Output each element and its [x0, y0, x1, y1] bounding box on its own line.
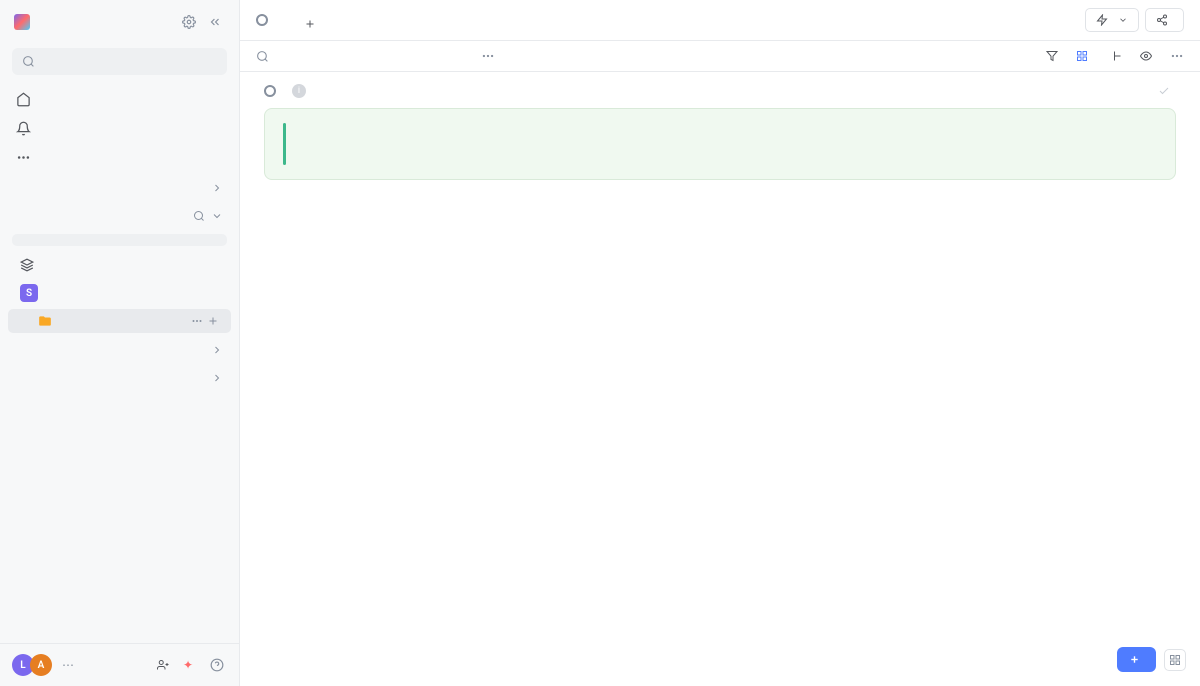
- dots-icon[interactable]: [191, 315, 203, 327]
- plus-icon[interactable]: [207, 315, 219, 327]
- sparkle-icon: ✦: [183, 658, 193, 672]
- home-icon: [16, 92, 31, 107]
- status-circle-icon: [256, 14, 268, 26]
- nav-home[interactable]: [0, 85, 239, 114]
- apps-grid-icon[interactable]: [1164, 649, 1186, 671]
- app-logo[interactable]: [14, 14, 173, 30]
- help-icon[interactable]: [207, 655, 227, 675]
- search-icon: [256, 50, 269, 63]
- plus-icon: [304, 18, 316, 30]
- nav-show-more[interactable]: [0, 143, 239, 172]
- sidebar: S L A ⋯ ✦: [0, 0, 240, 686]
- eye-icon: [1140, 50, 1152, 62]
- plus-icon: [1129, 654, 1140, 665]
- user-plus-icon: [157, 659, 169, 671]
- subtasks-button[interactable]: [1110, 50, 1126, 62]
- chevron-down-icon: [1118, 15, 1128, 25]
- bolt-icon: [1096, 14, 1108, 26]
- search-small-icon[interactable]: [193, 210, 205, 222]
- sidebar-header: [0, 0, 239, 44]
- task-search-input[interactable]: [275, 49, 475, 63]
- collapse-sidebar-icon[interactable]: [205, 12, 225, 32]
- search-input[interactable]: [41, 54, 217, 69]
- logo-mark-icon: [14, 14, 30, 30]
- group-icon: [1076, 50, 1088, 62]
- tree-folder[interactable]: [8, 309, 231, 333]
- section-dashboards[interactable]: [0, 334, 239, 362]
- settings-icon[interactable]: [179, 12, 199, 32]
- toolbar: [240, 41, 1200, 72]
- more-icon[interactable]: [1170, 49, 1184, 63]
- description-callout: [264, 108, 1176, 180]
- new-space-button[interactable]: [12, 234, 227, 246]
- breadcrumb: [256, 14, 274, 26]
- section-favorites[interactable]: [0, 172, 239, 200]
- chevron-right-icon: [211, 182, 223, 194]
- chevron-down-icon[interactable]: [211, 210, 223, 222]
- info-icon[interactable]: i: [292, 84, 306, 98]
- group-by-button[interactable]: [1076, 50, 1096, 62]
- section-docs[interactable]: [0, 362, 239, 390]
- status-circle-icon: [264, 85, 276, 97]
- upgrade-button[interactable]: ✦: [183, 658, 197, 672]
- search-icon: [22, 55, 35, 68]
- nav-notifications[interactable]: [0, 114, 239, 143]
- filter-button[interactable]: [1046, 50, 1062, 62]
- topbar: [240, 0, 1200, 41]
- filter-icon: [1046, 50, 1058, 62]
- folder-icon: [38, 314, 52, 328]
- chevron-right-icon: [211, 372, 223, 384]
- content-area: i: [240, 72, 1200, 686]
- tree-space[interactable]: S: [8, 279, 231, 307]
- sidebar-search[interactable]: [12, 48, 227, 75]
- page-header: i: [264, 84, 1176, 98]
- show-button[interactable]: [1140, 50, 1156, 62]
- task-search[interactable]: [256, 49, 1032, 63]
- share-button[interactable]: [1145, 8, 1184, 32]
- chevron-right-icon: [211, 344, 223, 356]
- subtask-icon: [1110, 50, 1122, 62]
- invite-button[interactable]: [157, 659, 173, 671]
- share-icon: [1156, 14, 1168, 26]
- check-icon: [1158, 85, 1170, 97]
- section-spaces[interactable]: [0, 200, 239, 228]
- floating-actions: [1117, 647, 1186, 672]
- more-icon: [16, 150, 31, 165]
- callout-accent-bar: [283, 123, 286, 165]
- space-badge-icon: S: [20, 284, 38, 302]
- main: i: [240, 0, 1200, 686]
- automate-button[interactable]: [1085, 8, 1139, 32]
- bell-icon: [16, 121, 31, 136]
- tree-everything[interactable]: [8, 253, 231, 277]
- user-avatar-2[interactable]: A: [30, 654, 52, 676]
- add-view-button[interactable]: [294, 10, 331, 40]
- sidebar-footer: L A ⋯ ✦: [0, 643, 239, 686]
- more-horizontal-icon[interactable]: [481, 49, 495, 63]
- hide-closed-toggle[interactable]: [1158, 85, 1176, 97]
- new-task-fab[interactable]: [1117, 647, 1156, 672]
- layers-icon: [20, 258, 34, 272]
